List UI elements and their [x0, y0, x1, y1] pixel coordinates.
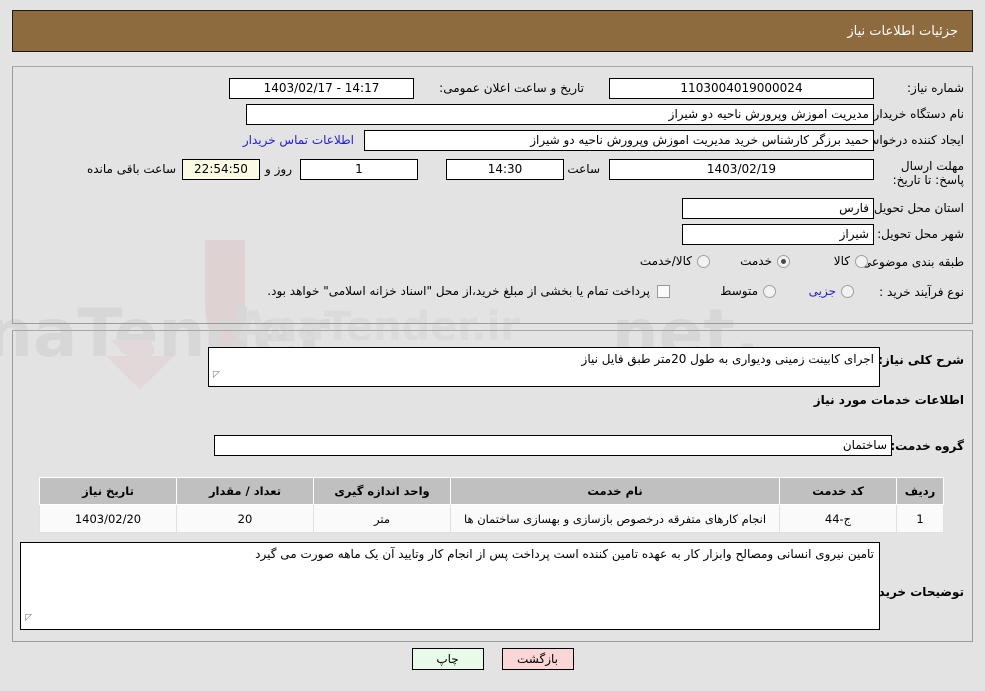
cell-row: 1 — [896, 504, 944, 533]
category-option-0[interactable]: کالا — [834, 254, 868, 268]
treasury-checkbox[interactable] — [657, 284, 670, 298]
process-radio-motevasset[interactable] — [763, 284, 776, 298]
need-info-panel: شماره نیاز: 1103004019000024 تاریخ و ساع… — [12, 66, 973, 324]
deadline-time-field[interactable]: 14:30 — [446, 159, 564, 180]
cell-date: 1403/02/20 — [39, 504, 177, 533]
days-label: روز و — [265, 162, 292, 176]
service-group-field[interactable]: ساختمان — [214, 435, 892, 456]
deadline-date-field[interactable]: 1403/02/19 — [609, 159, 874, 180]
process-option-1-label: متوسط — [720, 284, 758, 298]
th-code: کد خدمت — [779, 477, 897, 505]
th-date: تاریخ نیاز — [39, 477, 177, 505]
process-label: نوع فرآیند خرید : — [879, 285, 964, 299]
services-heading: اطلاعات خدمات مورد نیاز — [813, 393, 964, 407]
page-header: جزئیات اطلاعات نیاز — [12, 10, 973, 52]
print-button[interactable]: چاپ — [411, 648, 484, 670]
deadline-label: مهلت ارسال پاسخ: تا تاریخ: — [892, 159, 964, 187]
treasury-option[interactable]: پرداخت تمام یا بخشی از مبلغ خرید،از محل … — [267, 284, 670, 298]
city-field[interactable]: شیراز — [682, 224, 874, 245]
category-option-1[interactable]: خدمت — [740, 254, 790, 268]
category-option-1-label: خدمت — [740, 254, 772, 268]
announce-date-field[interactable]: 14:17 - 1403/02/17 — [229, 78, 414, 99]
buyer-org-field[interactable]: مدیریت اموزش وپرورش ناحیه دو شیراز — [246, 104, 874, 125]
process-option-0-label: جزیی — [808, 284, 836, 298]
hour-label: ساعت — [567, 162, 600, 176]
countdown-field: 22:54:50 — [182, 159, 260, 180]
category-label: طبقه بندی موضوعی: — [857, 255, 964, 269]
cell-name: انجام کارهای متفرقه درخصوص بازسازی و بهس… — [450, 504, 780, 533]
category-option-2-label: کالا/خدمت — [639, 254, 692, 268]
cell-unit: متر — [313, 504, 451, 533]
remaining-days-field[interactable]: 1 — [300, 159, 418, 180]
process-option-1[interactable]: متوسط — [720, 284, 776, 298]
province-field[interactable]: فارس — [682, 198, 874, 219]
treasury-note: پرداخت تمام یا بخشی از مبلغ خرید،از محل … — [267, 284, 650, 298]
table-row[interactable]: 1 ج-44 انجام کارهای متفرقه درخصوص بازساز… — [39, 504, 944, 533]
service-group-label: گروه خدمت: — [890, 439, 964, 453]
creator-field[interactable]: حمید برزگر کارشناس خرید مدیریت اموزش وپر… — [364, 130, 874, 151]
footer-button-bar: بازگشت چاپ — [0, 648, 985, 670]
category-radio-kala[interactable] — [855, 254, 868, 268]
countdown-label: ساعت باقی مانده — [86, 162, 176, 176]
buyer-notes-field[interactable]: تامین نیروی انسانی ومصالح وابزار کار به … — [20, 542, 880, 630]
th-row: ردیف — [896, 477, 944, 505]
buyer-contact-link[interactable]: اطلاعات تماس خریدار — [243, 133, 354, 147]
cell-qty: 20 — [176, 504, 314, 533]
category-option-2[interactable]: کالا/خدمت — [640, 254, 710, 268]
page-title: جزئیات اطلاعات نیاز — [847, 23, 958, 39]
category-radio-khedmat[interactable] — [777, 254, 790, 268]
th-unit: واحد اندازه گیری — [313, 477, 451, 505]
table-header-row: ردیف کد خدمت نام خدمت واحد اندازه گیری ت… — [39, 477, 944, 505]
buyer-notes-resize-grip[interactable]: ◸ — [22, 614, 32, 624]
category-option-0-label: کالا — [833, 254, 850, 268]
cell-code: ج-44 — [779, 504, 897, 533]
th-qty: تعداد / مقدار — [176, 477, 314, 505]
general-desc-field[interactable]: اجرای کابینت زمینی ودیواری به طول 20متر … — [208, 347, 880, 387]
need-detail-panel: شرح کلی نیاز: اجرای کابینت زمینی ودیواری… — [12, 330, 973, 642]
general-desc-resize-grip[interactable]: ◸ — [210, 371, 220, 381]
category-radio-kala-khedmat[interactable] — [697, 254, 710, 268]
province-label: استان محل تحویل: — [869, 201, 964, 215]
back-button[interactable]: بازگشت — [501, 648, 574, 670]
announce-date-label: تاریخ و ساعت اعلان عمومی: — [439, 81, 584, 95]
need-number-label: شماره نیاز: — [907, 81, 964, 95]
general-desc-label: شرح کلی نیاز: — [878, 353, 964, 367]
city-label: شهر محل تحویل: — [877, 227, 964, 241]
buyer-org-label: نام دستگاه خریدار: — [869, 107, 965, 121]
services-table: ردیف کد خدمت نام خدمت واحد اندازه گیری ت… — [39, 477, 944, 533]
th-name: نام خدمت — [450, 477, 780, 505]
need-number-field[interactable]: 1103004019000024 — [609, 78, 874, 99]
process-radio-jozee[interactable] — [841, 284, 854, 298]
process-option-0[interactable]: جزیی — [809, 284, 854, 298]
